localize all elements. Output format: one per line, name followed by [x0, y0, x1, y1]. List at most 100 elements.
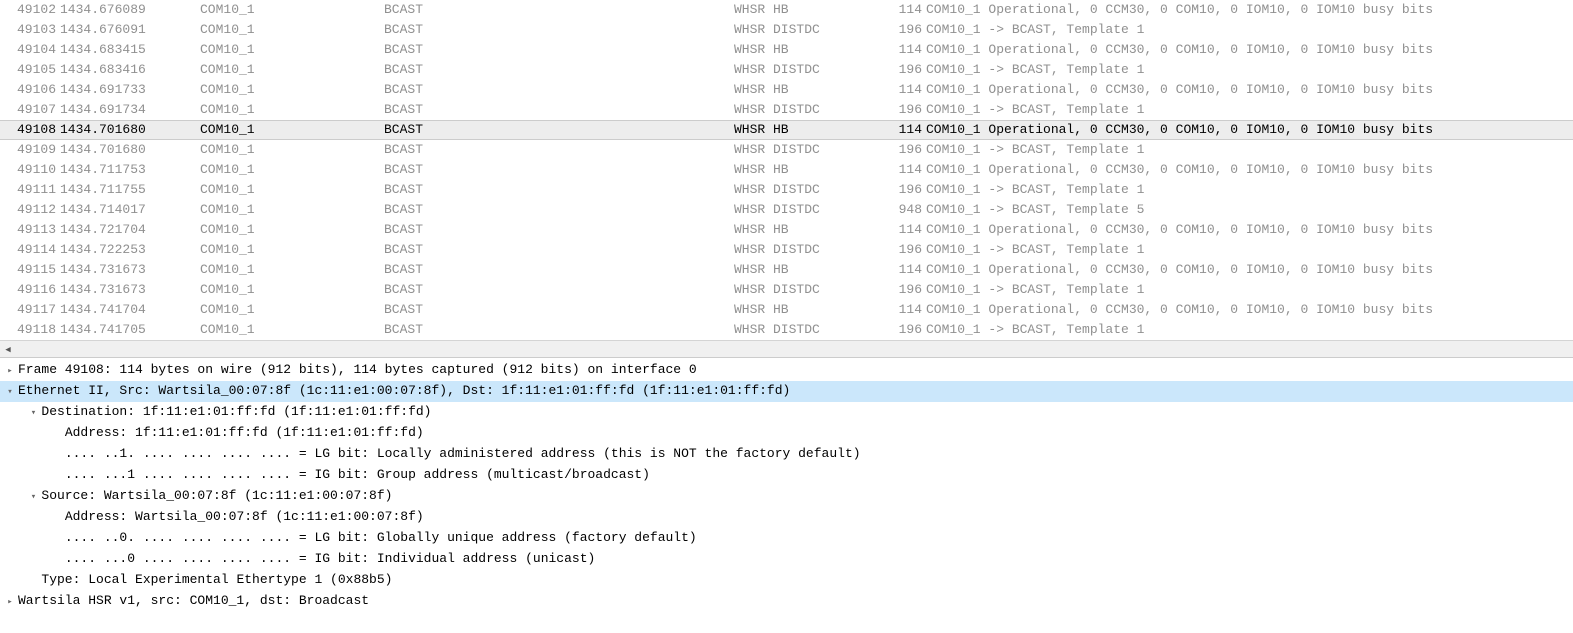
- cell-time: 1434.683415: [60, 40, 170, 60]
- detail-line[interactable]: ▸Frame 49108: 114 bytes on wire (912 bit…: [0, 360, 1573, 381]
- cell-dst: BCAST: [384, 80, 734, 100]
- packet-row[interactable]: 491031434.676091COM10_1BCASTWHSR DISTDC1…: [0, 20, 1573, 40]
- detail-text: Destination: 1f:11:e1:01:ff:fd (1f:11:e1…: [41, 404, 431, 419]
- cell-src: COM10_1: [170, 220, 384, 240]
- chevron-right-icon[interactable]: ▸: [4, 592, 16, 612]
- cell-proto: WHSR HB: [734, 260, 892, 280]
- cell-dst: BCAST: [384, 160, 734, 180]
- cell-dst: BCAST: [384, 60, 734, 80]
- detail-line[interactable]: ▾Source: Wartsila_00:07:8f (1c:11:e1:00:…: [0, 486, 1573, 507]
- cell-time: 1434.701680: [60, 121, 170, 139]
- cell-src: COM10_1: [170, 300, 384, 320]
- packet-details-tree[interactable]: ▸Frame 49108: 114 bytes on wire (912 bit…: [0, 357, 1573, 618]
- packet-row[interactable]: 491091434.701680COM10_1BCASTWHSR DISTDC1…: [0, 140, 1573, 160]
- chevron-down-icon[interactable]: ▾: [27, 487, 39, 507]
- tree-spacer: [51, 466, 63, 486]
- cell-time: 1434.721704: [60, 220, 170, 240]
- packet-row[interactable]: 491111434.711755COM10_1BCASTWHSR DISTDC1…: [0, 180, 1573, 200]
- detail-line[interactable]: ▸Wartsila HSR v1, src: COM10_1, dst: Bro…: [0, 591, 1573, 612]
- packet-row[interactable]: 491041434.683415COM10_1BCASTWHSR HB114CO…: [0, 40, 1573, 60]
- packet-row[interactable]: 491141434.722253COM10_1BCASTWHSR DISTDC1…: [0, 240, 1573, 260]
- cell-src: COM10_1: [170, 140, 384, 160]
- detail-text: Address: Wartsila_00:07:8f (1c:11:e1:00:…: [65, 509, 424, 524]
- packet-list[interactable]: 491021434.676089COM10_1BCASTWHSR HB114CO…: [0, 0, 1573, 340]
- cell-src: COM10_1: [170, 240, 384, 260]
- packet-row[interactable]: 491071434.691734COM10_1BCASTWHSR DISTDC1…: [0, 100, 1573, 120]
- tree-spacer: [51, 529, 63, 549]
- scroll-left-icon[interactable]: ◀: [0, 342, 16, 358]
- cell-no: 49114: [6, 240, 60, 260]
- detail-text: Source: Wartsila_00:07:8f (1c:11:e1:00:0…: [41, 488, 392, 503]
- cell-len: 196: [892, 320, 926, 340]
- cell-no: 49115: [6, 260, 60, 280]
- cell-len: 114: [892, 300, 926, 320]
- chevron-down-icon[interactable]: ▾: [27, 403, 39, 423]
- packet-row[interactable]: 491081434.701680COM10_1BCASTWHSR HB114CO…: [0, 120, 1573, 140]
- cell-src: COM10_1: [170, 40, 384, 60]
- cell-len: 196: [892, 100, 926, 120]
- packet-row[interactable]: 491181434.741705COM10_1BCASTWHSR DISTDC1…: [0, 320, 1573, 340]
- tree-spacer: [27, 571, 39, 591]
- cell-proto: WHSR HB: [734, 40, 892, 60]
- cell-dst: BCAST: [384, 0, 734, 20]
- cell-info: COM10_1 Operational, 0 CCM30, 0 COM10, 0…: [926, 80, 1433, 100]
- chevron-down-icon[interactable]: ▾: [4, 382, 16, 402]
- detail-text: .... ...0 .... .... .... .... = IG bit: …: [65, 551, 596, 566]
- detail-line[interactable]: Address: 1f:11:e1:01:ff:fd (1f:11:e1:01:…: [0, 423, 1573, 444]
- packet-row[interactable]: 491171434.741704COM10_1BCASTWHSR HB114CO…: [0, 300, 1573, 320]
- cell-src: COM10_1: [170, 320, 384, 340]
- cell-proto: WHSR HB: [734, 0, 892, 20]
- cell-no: 49113: [6, 220, 60, 240]
- detail-line[interactable]: ▾Ethernet II, Src: Wartsila_00:07:8f (1c…: [0, 381, 1573, 402]
- cell-proto: WHSR DISTDC: [734, 240, 892, 260]
- tree-spacer: [51, 424, 63, 444]
- detail-line[interactable]: ▾Destination: 1f:11:e1:01:ff:fd (1f:11:e…: [0, 402, 1573, 423]
- packet-row[interactable]: 491021434.676089COM10_1BCASTWHSR HB114CO…: [0, 0, 1573, 20]
- cell-proto: WHSR DISTDC: [734, 200, 892, 220]
- detail-line[interactable]: Address: Wartsila_00:07:8f (1c:11:e1:00:…: [0, 507, 1573, 528]
- cell-time: 1434.741705: [60, 320, 170, 340]
- cell-dst: BCAST: [384, 121, 734, 139]
- packet-row[interactable]: 491121434.714017COM10_1BCASTWHSR DISTDC9…: [0, 200, 1573, 220]
- cell-proto: WHSR HB: [734, 220, 892, 240]
- detail-line[interactable]: .... ...1 .... .... .... .... = IG bit: …: [0, 465, 1573, 486]
- cell-info: COM10_1 Operational, 0 CCM30, 0 COM10, 0…: [926, 121, 1433, 139]
- cell-no: 49103: [6, 20, 60, 40]
- cell-time: 1434.691734: [60, 100, 170, 120]
- cell-dst: BCAST: [384, 240, 734, 260]
- chevron-right-icon[interactable]: ▸: [4, 361, 16, 381]
- cell-time: 1434.741704: [60, 300, 170, 320]
- detail-text: .... ...1 .... .... .... .... = IG bit: …: [65, 467, 650, 482]
- cell-dst: BCAST: [384, 20, 734, 40]
- detail-text: .... ..1. .... .... .... .... = LG bit: …: [65, 446, 861, 461]
- packet-row[interactable]: 491101434.711753COM10_1BCASTWHSR HB114CO…: [0, 160, 1573, 180]
- detail-text: Frame 49108: 114 bytes on wire (912 bits…: [18, 362, 697, 377]
- cell-len: 196: [892, 60, 926, 80]
- cell-src: COM10_1: [170, 20, 384, 40]
- detail-line[interactable]: .... ..0. .... .... .... .... = LG bit: …: [0, 528, 1573, 549]
- detail-line[interactable]: .... ...0 .... .... .... .... = IG bit: …: [0, 549, 1573, 570]
- cell-len: 114: [892, 121, 926, 139]
- packet-row[interactable]: 491051434.683416COM10_1BCASTWHSR DISTDC1…: [0, 60, 1573, 80]
- packet-row[interactable]: 491131434.721704COM10_1BCASTWHSR HB114CO…: [0, 220, 1573, 240]
- detail-line[interactable]: .... ..1. .... .... .... .... = LG bit: …: [0, 444, 1573, 465]
- cell-proto: WHSR DISTDC: [734, 100, 892, 120]
- detail-text: Wartsila HSR v1, src: COM10_1, dst: Broa…: [18, 593, 369, 608]
- tree-spacer: [51, 508, 63, 528]
- cell-no: 49105: [6, 60, 60, 80]
- packet-row[interactable]: 491161434.731673COM10_1BCASTWHSR DISTDC1…: [0, 280, 1573, 300]
- cell-time: 1434.691733: [60, 80, 170, 100]
- detail-text: .... ..0. .... .... .... .... = LG bit: …: [65, 530, 697, 545]
- packet-list-hscrollbar[interactable]: ◀: [0, 340, 1573, 357]
- packet-row[interactable]: 491061434.691733COM10_1BCASTWHSR HB114CO…: [0, 80, 1573, 100]
- cell-len: 196: [892, 20, 926, 40]
- cell-proto: WHSR DISTDC: [734, 20, 892, 40]
- detail-line[interactable]: Type: Local Experimental Ethertype 1 (0x…: [0, 570, 1573, 591]
- detail-text: Ethernet II, Src: Wartsila_00:07:8f (1c:…: [18, 383, 790, 398]
- cell-src: COM10_1: [170, 200, 384, 220]
- cell-no: 49106: [6, 80, 60, 100]
- cell-len: 114: [892, 220, 926, 240]
- packet-row[interactable]: 491151434.731673COM10_1BCASTWHSR HB114CO…: [0, 260, 1573, 280]
- cell-src: COM10_1: [170, 160, 384, 180]
- cell-info: COM10_1 -> BCAST, Template 1: [926, 60, 1144, 80]
